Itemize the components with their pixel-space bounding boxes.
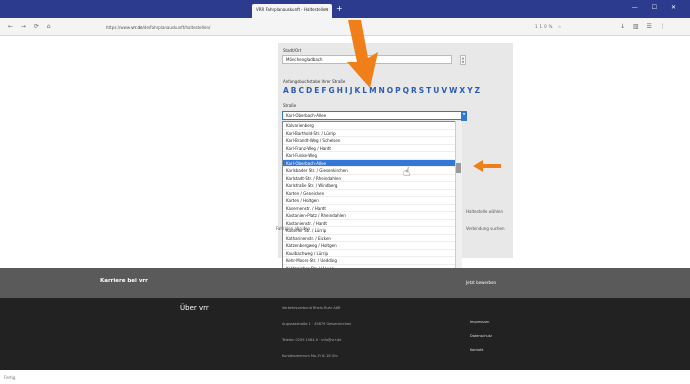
letter-link-e[interactable]: E <box>314 86 320 95</box>
dropdown-option[interactable]: Karten / Geneicken <box>283 190 461 197</box>
side-text: Verbindung suchen <box>466 226 505 231</box>
letter-link-a[interactable]: A <box>283 86 290 95</box>
orange-arrow-left-icon <box>473 160 501 172</box>
side-text: Fahrplan abrufen <box>276 226 311 231</box>
dropdown-option[interactable]: Karlsbader Str. / Giesenkirchen <box>283 167 461 175</box>
letter-link-b[interactable]: B <box>291 86 298 95</box>
nav-buttons[interactable]: ← → ⟳ ⌂ <box>8 23 54 30</box>
browser-titlebar: VRR Fahrplanauskunft - Haltestellen × + … <box>0 0 690 18</box>
letter-link-c[interactable]: C <box>299 86 305 95</box>
tab-title: VRR Fahrplanauskunft - Haltestellen <box>256 7 328 12</box>
letter-link-o[interactable]: O <box>387 86 394 95</box>
url-domain: vrr.de <box>131 25 143 30</box>
letter-link-v[interactable]: V <box>441 86 448 95</box>
letter-link-s[interactable]: S <box>419 86 425 95</box>
dropdown-option[interactable]: Katharinenstr. / Eicken <box>283 235 461 242</box>
strasse-label: Straße <box>283 103 297 108</box>
alphabet-links: ABCDEFGHIJKLMNOPQRSTUVWXYZ <box>283 86 513 95</box>
new-tab-button[interactable]: + <box>336 5 343 13</box>
dropdown-option[interactable]: Kasernenstr. / Hardt <box>283 205 461 212</box>
url-path: /de/fahrplanauskunft/haltestellen/ <box>142 25 211 30</box>
letter-link-u[interactable]: U <box>433 86 440 95</box>
letter-link-r[interactable]: R <box>411 86 418 95</box>
window-controls[interactable]: — ☐ ✕ <box>632 4 682 11</box>
career-link[interactable]: Jetzt bewerben <box>466 280 496 285</box>
dropdown-option[interactable]: Karl-Franz-Weg / Hardt <box>283 145 461 152</box>
address-bar[interactable]: https://www.vrr.de/de/fahrplanauskunft/h… <box>100 22 520 32</box>
letter-link-q[interactable]: Q <box>403 86 410 95</box>
letter-link-x[interactable]: X <box>459 86 466 95</box>
strasse-dropdown-chevron-icon[interactable]: ▼ <box>461 111 467 121</box>
letter-link-t[interactable]: T <box>426 86 432 95</box>
hand-cursor-icon: ☝ <box>403 165 411 179</box>
zoom-indicator[interactable]: 110% ☆ <box>535 24 563 29</box>
footer-link-impressum[interactable]: Impressum <box>470 320 489 324</box>
stadt-stepper-icon[interactable]: ▲ ▼ <box>460 55 466 65</box>
url-prefix: https://www. <box>106 25 132 30</box>
stadt-label: Stadt/Ort <box>283 48 302 53</box>
career-band: Karriere bei vrr Jetzt bewerben <box>0 268 690 298</box>
dropdown-option[interactable]: Karl-Funke-Weg <box>283 152 461 160</box>
toolbar-icons[interactable]: ↓ ▥ ☰ ⋮ <box>620 23 669 30</box>
orange-arrow-down-icon <box>347 20 378 88</box>
side-text: Haltestelle wählen <box>466 209 504 214</box>
dropdown-option[interactable]: Kalvarienberg <box>283 122 461 130</box>
dropdown-scrollbar-thumb[interactable] <box>456 163 461 173</box>
strasse-select[interactable]: Karl-Oberbach-Allee <box>282 111 462 120</box>
dropdown-option[interactable]: Karl-Barthold-Str. / Lürrip <box>283 130 461 137</box>
page-footer: Über vrr Verkehrsverbund Rhein-Ruhr AöR … <box>0 298 690 370</box>
dropdown-option[interactable]: Katzenbergweg / Holtgen <box>283 242 461 250</box>
tab-close-icon[interactable]: × <box>325 7 329 13</box>
dropdown-option[interactable]: Karlstraße Str. / Windberg <box>283 182 461 190</box>
footer-title: Über vrr <box>180 304 209 312</box>
letter-link-w[interactable]: W <box>449 86 458 95</box>
career-label[interactable]: Karriere bei vrr <box>100 278 148 284</box>
letter-link-g[interactable]: G <box>328 86 335 95</box>
footer-link-kontakt[interactable]: Kontakt <box>470 348 483 352</box>
dropdown-option[interactable]: Kehr-Moors-Str. / Uedding <box>283 257 461 265</box>
dropdown-option[interactable]: Kaulbachweg / Lürrip <box>283 250 461 257</box>
browser-tab[interactable]: VRR Fahrplanauskunft - Haltestellen × <box>252 4 332 18</box>
dropdown-option[interactable]: Karten / Holtgen <box>283 197 461 205</box>
status-bar: Fertig <box>0 370 690 384</box>
dropdown-option[interactable]: Karl-Oberbach-Allee <box>283 159 461 167</box>
footer-line: Augustastraße 1 · 45879 Gelsenkirchen <box>282 322 352 326</box>
letter-link-d[interactable]: D <box>306 86 313 95</box>
footer-line: Verkehrsverbund Rhein-Ruhr AöR <box>282 306 341 310</box>
footer-line: Telefon 0209 1584-0 · info@vrr.de <box>282 338 342 342</box>
letter-link-f[interactable]: F <box>321 86 327 95</box>
footer-link-datenschutz[interactable]: Datenschutz <box>470 334 492 338</box>
dropdown-option[interactable]: Karlstadt-Str. / Rheindahlen <box>283 175 461 182</box>
footer-line: Kundenzentrum Mo–Fr 8–18 Uhr <box>282 354 338 358</box>
dropdown-option[interactable]: Kastanien-Platz / Rheindahlen <box>283 212 461 220</box>
letter-link-y[interactable]: Y <box>467 86 473 95</box>
anfang-label: Anfangsbuchstabe Ihrer Straße <box>283 79 346 84</box>
letter-link-h[interactable]: H <box>337 86 344 95</box>
letter-link-z[interactable]: Z <box>475 86 481 95</box>
letter-link-p[interactable]: P <box>395 86 401 95</box>
dropdown-option[interactable]: Karl-Brandt-Weg / Schelsen <box>283 137 461 145</box>
